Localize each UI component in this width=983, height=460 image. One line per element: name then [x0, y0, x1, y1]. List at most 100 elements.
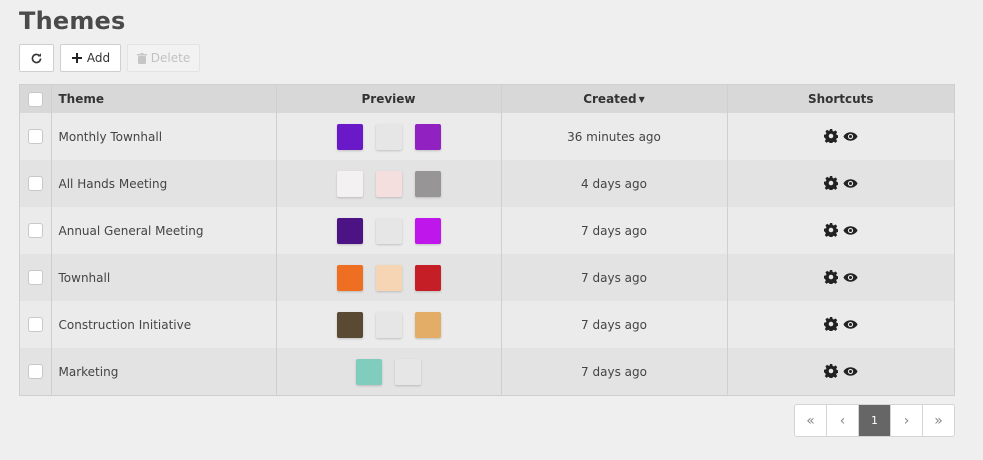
refresh-button[interactable] — [19, 44, 54, 72]
select-all-header — [20, 85, 52, 113]
color-swatch — [375, 123, 402, 150]
previous-page-button[interactable]: ‹ — [827, 405, 859, 436]
add-button[interactable]: Add — [60, 44, 121, 72]
gear-icon[interactable] — [823, 363, 839, 380]
eye-icon[interactable] — [843, 270, 859, 286]
preview-cell — [276, 348, 502, 395]
table-body: Monthly Townhall 36 minutes ago All Hands … — [20, 113, 954, 395]
preview-cell — [276, 207, 502, 254]
created-time: 4 days ago — [501, 160, 728, 207]
preview-cell — [276, 160, 502, 207]
refresh-icon — [31, 52, 42, 63]
preview-cell — [276, 301, 502, 348]
eye-icon[interactable] — [843, 317, 859, 333]
color-swatch — [375, 217, 402, 244]
table-row[interactable]: All Hands Meeting 4 days ago — [20, 160, 954, 207]
select-all-checkbox[interactable] — [27, 91, 43, 107]
shortcuts-cell — [727, 160, 954, 207]
delete-button-label: Delete — [150, 51, 191, 65]
color-swatch — [375, 311, 402, 338]
delete-button[interactable]: Delete — [127, 44, 200, 72]
color-swatches — [277, 217, 501, 244]
table-header-row: Theme Preview Created ▼ Shortcuts — [20, 85, 954, 113]
trash-icon — [136, 52, 147, 64]
created-time: 36 minutes ago — [501, 113, 728, 160]
color-swatch — [395, 358, 421, 385]
column-header-preview: Preview — [276, 85, 502, 113]
color-swatch — [375, 170, 402, 197]
theme-name[interactable]: Construction Initiative — [51, 301, 277, 348]
color-swatch — [336, 264, 363, 291]
theme-name[interactable]: All Hands Meeting — [51, 160, 277, 207]
gear-icon[interactable] — [823, 222, 839, 239]
color-swatches — [277, 264, 501, 291]
current-page-button[interactable]: 1 — [859, 405, 891, 436]
preview-cell — [276, 254, 502, 301]
row-checkbox[interactable] — [27, 176, 43, 191]
color-swatch — [414, 170, 441, 197]
theme-name[interactable]: Marketing — [51, 348, 277, 395]
eye-icon[interactable] — [843, 364, 859, 380]
row-select-cell — [20, 254, 52, 301]
color-swatch — [336, 311, 363, 338]
table-row[interactable]: Annual General Meeting 7 days ago — [20, 207, 954, 254]
first-page-button[interactable]: « — [795, 405, 827, 436]
gear-icon[interactable] — [823, 175, 839, 192]
column-header-created[interactable]: Created ▼ — [501, 85, 728, 113]
gear-icon[interactable] — [823, 269, 839, 286]
column-header-theme-label: Theme — [58, 92, 105, 106]
row-checkbox[interactable] — [27, 223, 43, 238]
table-row[interactable]: Townhall 7 days ago — [20, 254, 954, 301]
preview-cell — [276, 113, 502, 160]
shortcuts-cell — [727, 113, 954, 160]
color-swatch — [414, 217, 441, 244]
eye-icon[interactable] — [843, 176, 859, 192]
shortcuts-cell — [727, 301, 954, 348]
shortcuts-cell — [727, 348, 954, 395]
column-header-theme[interactable]: Theme — [51, 85, 277, 113]
page-title: Themes — [19, 7, 126, 35]
row-checkbox[interactable] — [27, 364, 43, 379]
theme-name[interactable]: Annual General Meeting — [51, 207, 277, 254]
theme-name[interactable]: Townhall — [51, 254, 277, 301]
row-select-cell — [20, 160, 52, 207]
row-checkbox[interactable] — [27, 129, 43, 144]
column-header-shortcuts: Shortcuts — [727, 85, 954, 113]
created-time: 7 days ago — [501, 348, 728, 395]
plus-icon — [71, 53, 82, 63]
toolbar: Add Delete — [19, 44, 200, 72]
color-swatch — [414, 264, 441, 291]
color-swatch — [375, 264, 402, 291]
table-row[interactable]: Monthly Townhall 36 minutes ago — [20, 113, 954, 160]
themes-table: Theme Preview Created ▼ Shortcuts Monthly… — [19, 84, 955, 396]
created-time: 7 days ago — [501, 301, 728, 348]
row-select-cell — [20, 113, 52, 160]
last-page-button[interactable]: » — [923, 405, 954, 436]
gear-icon[interactable] — [823, 128, 839, 145]
table-row[interactable]: Marketing 7 days ago — [20, 348, 954, 395]
color-swatches — [277, 311, 501, 338]
color-swatch — [336, 123, 363, 150]
eye-icon[interactable] — [843, 223, 859, 239]
pagination: « ‹ 1 › » — [794, 404, 955, 437]
next-page-button[interactable]: › — [891, 405, 923, 436]
column-header-preview-label: Preview — [361, 92, 416, 106]
add-button-label: Add — [86, 51, 111, 65]
color-swatch — [414, 123, 441, 150]
shortcuts-cell — [727, 207, 954, 254]
color-swatch — [356, 358, 382, 385]
row-checkbox[interactable] — [27, 317, 43, 332]
created-time: 7 days ago — [501, 254, 728, 301]
color-swatches — [277, 358, 501, 385]
shortcuts-cell — [727, 254, 954, 301]
row-checkbox[interactable] — [27, 270, 43, 285]
eye-icon[interactable] — [843, 129, 859, 145]
gear-icon[interactable] — [823, 316, 839, 333]
column-header-shortcuts-label: Shortcuts — [807, 92, 874, 106]
color-swatches — [277, 123, 501, 150]
theme-name[interactable]: Monthly Townhall — [51, 113, 277, 160]
table-row[interactable]: Construction Initiative 7 days ago — [20, 301, 954, 348]
color-swatch — [414, 311, 441, 338]
column-header-created-label: Created — [583, 92, 637, 106]
color-swatch — [336, 170, 363, 197]
